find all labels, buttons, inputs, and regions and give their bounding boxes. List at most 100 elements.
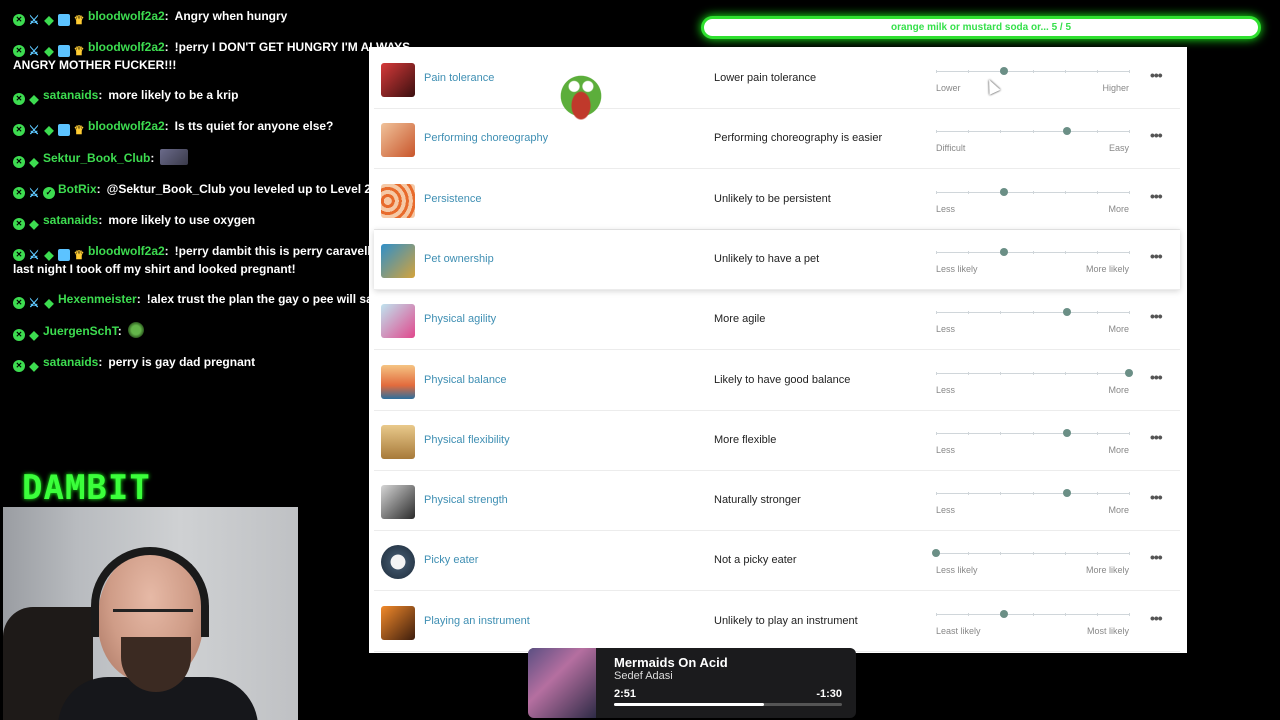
- sword-badge-icon: ⚔: [28, 44, 40, 58]
- trait-name-link[interactable]: Pet ownership: [424, 253, 494, 265]
- trait-thumbnail: [381, 364, 415, 399]
- trait-name-link[interactable]: Physical agility: [424, 313, 496, 325]
- trait-row[interactable]: Physical flexibility More flexible Less Mor…: [374, 411, 1180, 471]
- more-options-icon[interactable]: •••: [1150, 369, 1163, 385]
- more-options-icon[interactable]: •••: [1150, 549, 1163, 565]
- slider-tick: [968, 612, 970, 616]
- slider-tick: [1064, 70, 1066, 73]
- slider-tick: [968, 70, 970, 73]
- slider-label-right: More: [1108, 203, 1129, 214]
- close-badge-icon: ✕: [13, 218, 25, 230]
- trait-name-link[interactable]: Picky eater: [424, 554, 478, 566]
- trait-slider: [936, 609, 1130, 618]
- trait-slider: [936, 67, 1130, 75]
- sword-badge-icon: ⚔: [28, 186, 40, 200]
- trait-name-link[interactable]: Physical strength: [424, 494, 508, 506]
- chat-separator: :: [98, 213, 103, 227]
- trait-row[interactable]: Performing choreography Performing choreo…: [374, 109, 1180, 170]
- chat-username[interactable]: bloodwolf2a2: [88, 244, 165, 258]
- chat-username[interactable]: bloodwolf2a2: [88, 9, 165, 23]
- trait-slider: [936, 127, 1130, 136]
- more-options-icon[interactable]: •••: [1150, 127, 1163, 143]
- more-options-icon[interactable]: •••: [1150, 429, 1163, 445]
- close-badge-icon: ✕: [13, 360, 25, 372]
- slider-tick: [1064, 612, 1066, 616]
- trait-name-link[interactable]: Physical balance: [424, 374, 507, 386]
- trait-name-link[interactable]: Persistence: [424, 193, 481, 205]
- trait-name-link[interactable]: Playing an instrument: [424, 615, 530, 627]
- slider-label-right: More likely: [1085, 263, 1129, 274]
- chat-username[interactable]: JuergenSchT: [43, 324, 118, 338]
- more-options-icon[interactable]: •••: [1150, 610, 1163, 626]
- more-options-icon[interactable]: •••: [1150, 188, 1163, 204]
- slider-knob: [1125, 368, 1133, 377]
- chat-username[interactable]: satanaids: [43, 213, 98, 227]
- slider-tick: [1000, 552, 1002, 556]
- chat-badges: ✕ ⚔ ◆: [13, 297, 55, 309]
- slider-tick: [936, 311, 937, 315]
- slider-tick: [936, 492, 937, 496]
- trait-slider: [936, 428, 1130, 437]
- slider-tick: [1000, 492, 1002, 496]
- more-options-icon[interactable]: •••: [1150, 248, 1163, 264]
- trait-thumbnail: [381, 304, 415, 339]
- trait-description: More agile: [714, 313, 766, 326]
- slider-tick: [1129, 70, 1130, 73]
- slider-tick: [1032, 190, 1034, 194]
- frog-emote: [558, 72, 604, 120]
- trait-row[interactable]: Picky eater Not a picky eater Less likely M…: [374, 531, 1180, 592]
- chat-username[interactable]: Sektur_Book_Club: [43, 151, 150, 165]
- trait-row[interactable]: Persistence Unlikely to be persistent Less…: [374, 170, 1180, 230]
- trait-thumbnail: [381, 605, 415, 640]
- verified-badge-icon: ✓: [43, 187, 55, 199]
- trait-row[interactable]: Physical balance Likely to have good bala…: [374, 351, 1180, 411]
- slider-label-right: Higher: [1102, 83, 1129, 93]
- trait-row[interactable]: Physical strength Naturally stronger Less M…: [374, 471, 1180, 532]
- slider-knob: [999, 67, 1008, 75]
- diamond-badge-icon: ◆: [29, 359, 39, 373]
- slider-label-right: Most likely: [1086, 625, 1129, 636]
- crown-badge-icon: ♛: [73, 44, 85, 58]
- trait-name-link[interactable]: Pain tolerance: [424, 72, 494, 84]
- chat-text: Is tts quiet for anyone else?: [174, 119, 334, 133]
- chat-username[interactable]: Hexenmeister: [58, 292, 137, 306]
- more-options-icon[interactable]: •••: [1150, 67, 1163, 83]
- song-progress-bar[interactable]: [614, 703, 842, 706]
- chat-emote-icon: [160, 149, 189, 165]
- close-badge-icon: ✕: [13, 156, 25, 168]
- song-artist: Sedef Adasi: [614, 670, 673, 682]
- close-badge-icon: ✕: [13, 187, 25, 199]
- slider-tick: [1000, 371, 1002, 375]
- slider-tick: [968, 311, 970, 315]
- trait-row[interactable]: Pain tolerance Lower pain tolerance Lower H…: [374, 49, 1180, 109]
- chat-username[interactable]: bloodwolf2a2: [88, 40, 165, 54]
- chat-username[interactable]: satanaids: [43, 355, 98, 369]
- more-options-icon[interactable]: •••: [1150, 489, 1163, 505]
- trait-row[interactable]: Pet ownership Unlikely to have a pet Less …: [374, 229, 1180, 290]
- slider-tick: [1129, 250, 1130, 254]
- chat-text: Angry when hungry: [174, 9, 288, 23]
- chat-text: !alex trust the plan the gay o pee will …: [146, 292, 404, 306]
- slider-tick: [1096, 371, 1098, 375]
- chat-badges: ✕ ◆: [13, 329, 40, 341]
- trait-row[interactable]: Playing an instrument Unlikely to play an…: [374, 592, 1180, 652]
- subscriber-badge-icon: [58, 249, 70, 261]
- chat-text: @Sektur_Book_Club you leveled up to Leve…: [106, 182, 372, 196]
- chat-username[interactable]: satanaids: [43, 88, 98, 102]
- subscriber-badge-icon: [58, 124, 70, 136]
- song-remaining: -1:30: [816, 688, 842, 700]
- chat-separator: :: [164, 244, 169, 258]
- chat-username[interactable]: bloodwolf2a2: [88, 119, 165, 133]
- slider-tick: [1032, 431, 1034, 435]
- more-options-icon[interactable]: •••: [1150, 308, 1163, 324]
- chat-username[interactable]: BotRix: [58, 182, 97, 196]
- chat-text: more likely to be a krip: [108, 88, 239, 102]
- slider-label-right: Easy: [1108, 143, 1129, 154]
- trait-row[interactable]: Physical agility More agile Less More •••: [374, 290, 1180, 351]
- diamond-badge-icon: ◆: [29, 217, 39, 231]
- trait-name-link[interactable]: Physical flexibility: [424, 434, 510, 446]
- slider-tick: [1129, 190, 1130, 194]
- close-badge-icon: ✕: [13, 93, 25, 105]
- trait-name-link[interactable]: Performing choreography: [424, 132, 548, 144]
- trait-thumbnail: [381, 123, 415, 158]
